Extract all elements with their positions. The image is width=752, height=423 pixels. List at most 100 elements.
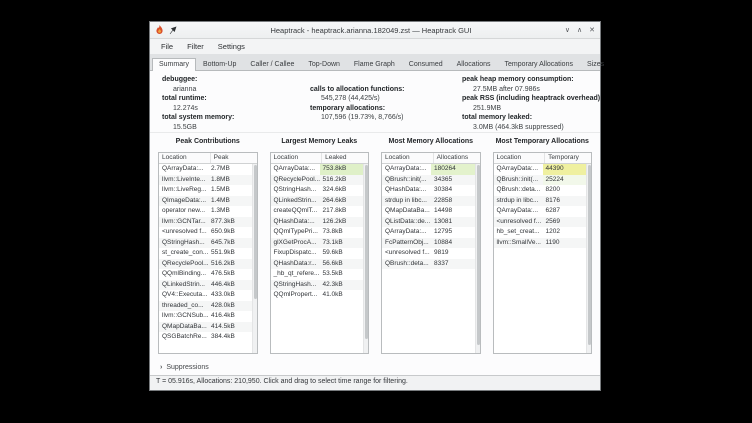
table-row[interactable]: QMapDataBa...414.5kB (159, 322, 252, 333)
suppressions-toggle[interactable]: › Suppressions (150, 362, 600, 373)
table-row[interactable]: QV4::Executa...433.0kB (159, 290, 252, 301)
scrollbar-thumb[interactable] (588, 165, 591, 345)
table-row[interactable]: QArrayData:...6287 (494, 206, 587, 217)
location-cell: QQmlBinding... (159, 269, 208, 280)
table-row[interactable]: llvm::LiveInte...1.8MB (159, 175, 252, 186)
tab-flame-graph[interactable]: Flame Graph (347, 58, 402, 70)
table-row[interactable]: FixupDispatc...59.6kB (271, 248, 364, 259)
table-row[interactable]: QQmlBinding...476.5kB (159, 269, 252, 280)
table-row[interactable]: threaded_co...428.0kB (159, 301, 252, 312)
table-row[interactable]: QArrayData:...180264 (382, 164, 475, 175)
location-cell: llvm::GCNSub... (159, 311, 208, 322)
value-cell: 2.7MB (208, 164, 251, 175)
location-cell: QArrayData:... (494, 164, 543, 175)
summary-column-3: peak heap memory consumption:27.5MB afte… (462, 75, 600, 132)
column-header-location[interactable]: Location (382, 153, 434, 163)
column-header-location[interactable]: Location (159, 153, 211, 163)
table-row[interactable]: QStringHash...324.6kB (271, 185, 364, 196)
table-row[interactable]: QArrayData:...12795 (382, 227, 475, 238)
scrollbar-thumb[interactable] (477, 165, 480, 345)
table-row[interactable]: <unresolved f...650.9kB (159, 227, 252, 238)
table-row[interactable]: QImageData:...1.4MB (159, 196, 252, 207)
table-row[interactable]: strdup in libc...8176 (494, 196, 587, 207)
table-row[interactable]: QBrush::deta...8200 (494, 185, 587, 196)
value-cell: 1202 (543, 227, 586, 238)
table-row[interactable]: QHashData:...126.2kB (271, 217, 364, 228)
summary-value: 3.0MB (464.3kB suppressed) (462, 123, 600, 133)
status-bar-text: T = 05.916s, Allocations: 210,950. Click… (156, 378, 408, 385)
tab-top-down[interactable]: Top-Down (301, 58, 347, 70)
value-cell: 476.5kB (208, 269, 251, 280)
value-cell: 41.0kB (320, 290, 363, 301)
column-header-location[interactable]: Location (271, 153, 323, 163)
table-row[interactable]: QQmlTypePri...73.8kB (271, 227, 364, 238)
table-row[interactable]: llvm::GCNTar...877.3kB (159, 217, 252, 228)
menu-item-filter[interactable]: Filter (180, 41, 211, 52)
table-row[interactable]: QArrayData:...753.8kB (271, 164, 364, 175)
table-row[interactable]: QListData::de...13081 (382, 217, 475, 228)
location-cell: strdup in libc... (494, 196, 543, 207)
panels-row: Peak ContributionsLocationPeakQArrayData… (150, 133, 600, 354)
menu-item-settings[interactable]: Settings (211, 41, 252, 52)
table-row[interactable]: hb_set_creat...1202 (494, 227, 587, 238)
table-header: LocationLeaked (271, 153, 369, 164)
table-row[interactable]: QLinkedStrin...264.6kB (271, 196, 364, 207)
column-header-location[interactable]: Location (494, 153, 546, 163)
table-row[interactable]: QBrush::init(...34365 (382, 175, 475, 186)
table-row[interactable]: QHashData:...30384 (382, 185, 475, 196)
table-row[interactable]: st_create_con...551.9kB (159, 248, 252, 259)
table-row[interactable]: QStringHash...645.7kB (159, 238, 252, 249)
column-header-peak[interactable]: Peak (211, 153, 257, 163)
tab-bottom-up[interactable]: Bottom-Up (196, 58, 243, 70)
table-row[interactable]: QBrush::init(...25224 (494, 175, 587, 186)
table-row[interactable]: QLinkedStrin...446.4kB (159, 280, 252, 291)
tab-summary[interactable]: Summary (152, 58, 196, 71)
table-row[interactable]: createQQmlT...217.8kB (271, 206, 364, 217)
table-row[interactable]: strdup in libc...22858 (382, 196, 475, 207)
table-header: LocationPeak (159, 153, 257, 164)
table-row[interactable]: QQmlPropert...41.0kB (271, 290, 364, 301)
table-row[interactable]: llvm::GCNSub...416.4kB (159, 311, 252, 322)
maximize-button[interactable]: ∧ (577, 27, 582, 34)
value-cell: 126.2kB (320, 217, 363, 228)
tab-caller-callee[interactable]: Caller / Callee (243, 58, 301, 70)
value-cell: 1.8MB (208, 175, 251, 186)
close-button[interactable]: ✕ (589, 27, 595, 34)
table-row[interactable]: FcPatternObj...10884 (382, 238, 475, 249)
table-row[interactable]: <unresolved f...2569 (494, 217, 587, 228)
location-cell: QBrush::init(... (382, 175, 431, 186)
table-row[interactable]: QArrayData:...2.7MB (159, 164, 252, 175)
table-row[interactable]: llvm::SmallVe...1190 (494, 238, 587, 249)
scrollbar-thumb[interactable] (254, 165, 257, 299)
tab-allocations[interactable]: Allocations (450, 58, 498, 70)
column-header-allocations[interactable]: Allocations (434, 153, 480, 163)
table-row[interactable]: llvm::LiveReg...1.5MB (159, 185, 252, 196)
tab-temporary-allocations[interactable]: Temporary Allocations (497, 58, 579, 70)
table-row[interactable]: QArrayData:...44390 (494, 164, 587, 175)
table-row[interactable]: QHashData:r...56.6kB (271, 259, 364, 270)
minimize-button[interactable]: ∨ (565, 27, 570, 34)
scrollbar[interactable] (363, 164, 368, 353)
table-row[interactable]: glXGetProcA...73.1kB (271, 238, 364, 249)
table-row[interactable]: QRecyclePool...516.2kB (159, 259, 252, 270)
column-header-temporary[interactable]: Temporary (545, 153, 591, 163)
table-row[interactable]: QRecyclePool...516.2kB (271, 175, 364, 186)
scrollbar[interactable] (252, 164, 257, 353)
tab-sizes[interactable]: Sizes (580, 58, 611, 70)
scrollbar-thumb[interactable] (365, 165, 368, 339)
column-header-leaked[interactable]: Leaked (322, 153, 368, 163)
title-bar: Heaptrack - heaptrack.arianna.182049.zst… (150, 22, 600, 39)
table-row[interactable]: operator new...1.3MB (159, 206, 252, 217)
location-cell: QArrayData:... (382, 227, 431, 238)
table-row[interactable]: QBrush::deta...8337 (382, 259, 475, 270)
table-row[interactable]: <unresolved f...9819 (382, 248, 475, 259)
table-row[interactable]: QMapDataBa...14498 (382, 206, 475, 217)
table-row[interactable]: _hb_qt_refere...53.5kB (271, 269, 364, 280)
scrollbar[interactable] (475, 164, 480, 353)
scrollbar[interactable] (586, 164, 591, 353)
table-row[interactable]: QSGBatchRe...384.4kB (159, 332, 252, 343)
value-cell: 551.9kB (208, 248, 251, 259)
tab-consumed[interactable]: Consumed (402, 58, 450, 70)
menu-item-file[interactable]: File (154, 41, 180, 52)
table-row[interactable]: QStringHash...42.3kB (271, 280, 364, 291)
